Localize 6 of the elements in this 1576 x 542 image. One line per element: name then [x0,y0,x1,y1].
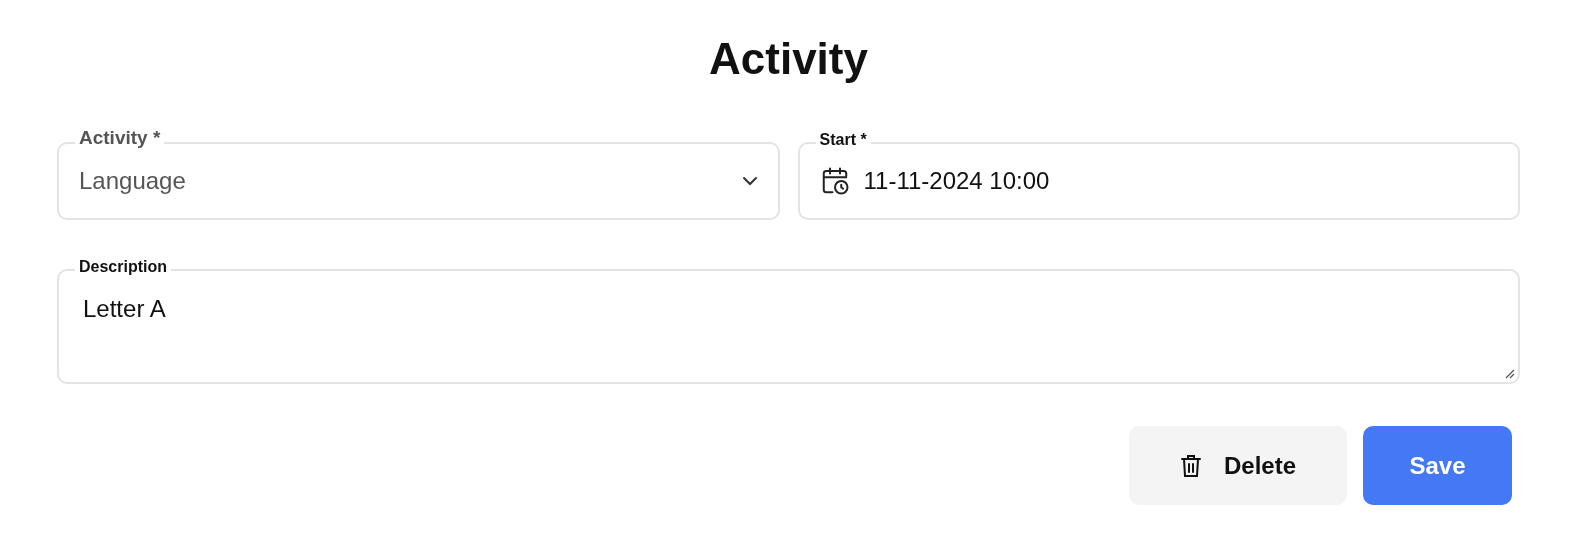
field-value: 11-11-2024 10:00 [863,167,1051,195]
field-value: Letter A [83,295,166,322]
field-value: Language [79,167,187,195]
delete-button[interactable]: Delete [1129,426,1347,505]
page-title: Activity [708,33,869,85]
save-button[interactable]: Save [1363,426,1512,505]
